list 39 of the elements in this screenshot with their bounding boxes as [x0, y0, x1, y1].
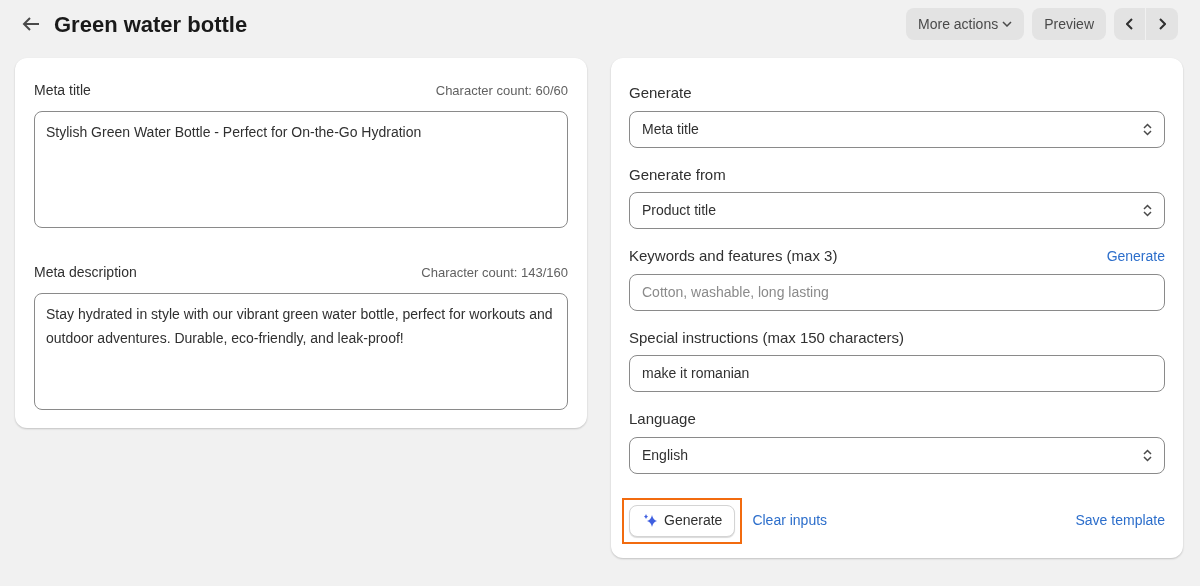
clear-inputs-link[interactable]: Clear inputs: [752, 510, 828, 531]
character-count: Character count: 143/160: [421, 263, 568, 282]
field-label: Keywords and features (max 3): [629, 246, 838, 266]
page-title: Green water bottle: [54, 10, 248, 39]
next-button[interactable]: [1146, 8, 1178, 40]
chevron-down-icon: [1002, 21, 1013, 27]
placeholder-text: Cotton, washable, long lasting: [642, 282, 829, 302]
input-field[interactable]: Cotton, washable, long lasting: [629, 273, 1165, 311]
preview-button[interactable]: Preview: [1032, 8, 1106, 40]
text-area[interactable]: Stylish Green Water Bottle - Perfect for On-the-Go Hydration: [34, 111, 568, 228]
more-actions-button[interactable]: More actions: [906, 8, 1025, 40]
previous-button[interactable]: [1114, 8, 1146, 40]
chevron-left-icon: [1126, 18, 1133, 30]
field-label: Meta title: [34, 81, 91, 100]
select-value: English: [642, 445, 688, 465]
select-value: Meta title: [642, 119, 699, 139]
generate-button[interactable]: Generate: [629, 504, 736, 537]
field-label: Special instructions (max 150 characters): [629, 327, 905, 348]
character-count: Character count: 60/60: [435, 81, 568, 100]
select-field[interactable]: English: [629, 436, 1165, 474]
back-arrow-icon[interactable]: [22, 17, 40, 31]
field-label: Language: [629, 409, 696, 429]
up-down-chevron-icon: [1143, 122, 1152, 136]
text-area-value: Stylish Green Water Bottle - Perfect for On-the-Go Hydration: [46, 123, 423, 142]
up-down-chevron-icon: [1143, 204, 1152, 217]
up-down-chevron-icon: [1143, 448, 1152, 462]
text-area[interactable]: Stay hydrated in style with our vibrant green water bottle, perfect for workouts and outdoor adventures. Durable, eco-friendly, and leak-proof!: [34, 293, 568, 410]
field-label: Generate from: [629, 164, 726, 185]
chevron-right-icon: [1158, 18, 1166, 30]
input-field[interactable]: make it romanian: [629, 355, 1165, 392]
field-label: Meta description: [34, 263, 137, 282]
save-template-link[interactable]: Save template: [1075, 510, 1165, 531]
text-area-value: Stay hydrated in style with our vibrant green water bottle, perfect for workouts and outdoor adventures. Durable, eco-friendly, and leak-proof!: [46, 305, 554, 348]
generate-link[interactable]: Generate: [1106, 245, 1165, 267]
input-value: make it romanian: [642, 364, 750, 383]
select-value: Product title: [642, 201, 716, 220]
select-field[interactable]: Meta title: [629, 110, 1165, 148]
field-label: Generate: [629, 83, 692, 103]
select-field[interactable]: Product title: [629, 192, 1165, 229]
